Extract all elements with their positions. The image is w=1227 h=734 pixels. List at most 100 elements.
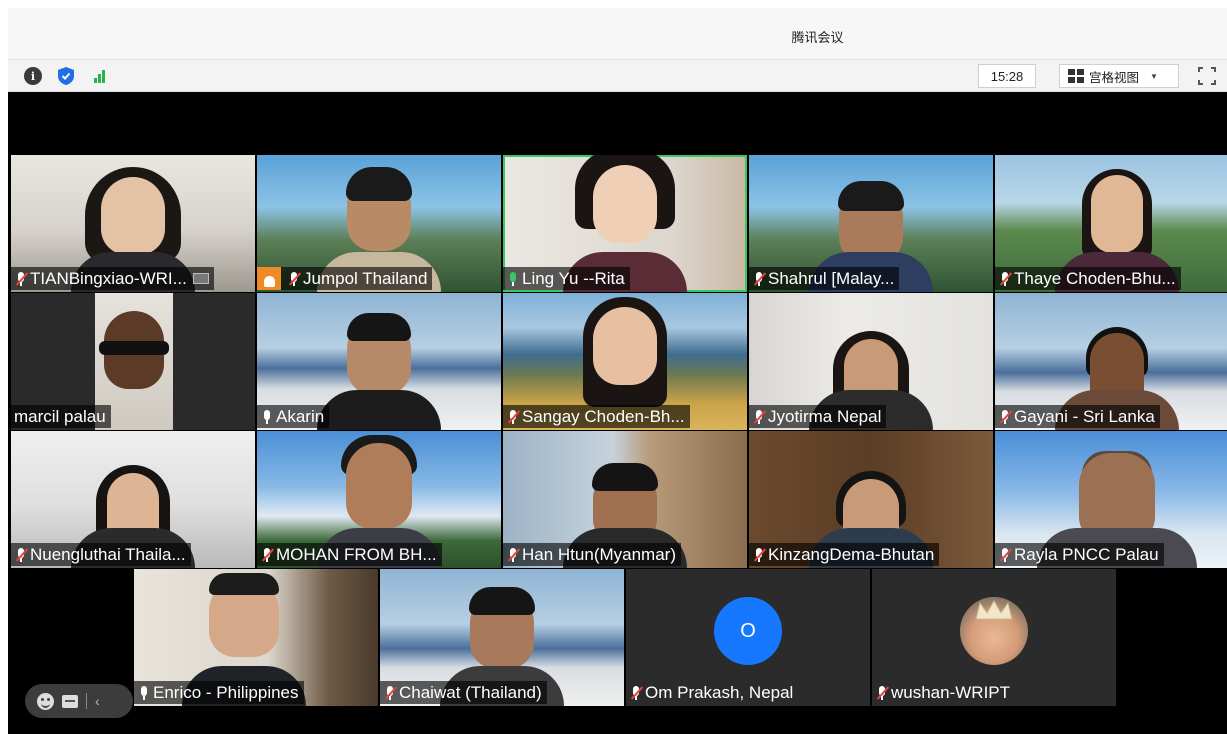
- microphone-muted-icon: [629, 685, 644, 701]
- microphone-muted-icon: [752, 409, 767, 425]
- info-icon[interactable]: i: [24, 67, 42, 85]
- video-tile[interactable]: Rayla PNCC Palau: [995, 431, 1227, 568]
- participant-name: Om Prakash, Nepal: [645, 683, 794, 702]
- microphone-muted-icon: [998, 409, 1013, 425]
- video-tile[interactable]: KinzangDema-Bhutan: [749, 431, 993, 568]
- meeting-window: 腾讯会议 i 15:28 宫格视图 ▼ TIANBingxiao-WRI... …: [8, 8, 1227, 734]
- meeting-toolbar: i 15:28 宫格视图 ▼: [8, 60, 1227, 92]
- separator: [86, 693, 87, 709]
- video-tile[interactable]: Jyotirma Nepal: [749, 293, 993, 430]
- participant-nameplate: Han Htun(Myanmar): [503, 543, 681, 566]
- emoji-icon[interactable]: [37, 692, 54, 710]
- video-tile[interactable]: TIANBingxiao-WRI...: [11, 155, 255, 292]
- participant-name: Han Htun(Myanmar): [522, 545, 676, 564]
- participant-nameplate: Gayani - Sri Lanka: [995, 405, 1160, 428]
- video-tile[interactable]: Chaiwat (Thailand): [380, 569, 624, 706]
- microphone-icon: [137, 685, 151, 701]
- microphone-muted-icon: [875, 685, 890, 701]
- participant-nameplate: marcil palau: [11, 405, 111, 428]
- microphone-speaking-icon: [506, 271, 520, 287]
- participant-nameplate: KinzangDema-Bhutan: [749, 543, 940, 566]
- video-tile[interactable]: Gayani - Sri Lanka: [995, 293, 1227, 430]
- avatar: [960, 597, 1028, 665]
- video-grid: TIANBingxiao-WRI... Jumpol Thailand Ling…: [8, 92, 1227, 734]
- video-tile[interactable]: Thaye Choden-Bhu...: [995, 155, 1227, 292]
- video-tile[interactable]: Han Htun(Myanmar): [503, 431, 747, 568]
- participant-nameplate: wushan-WRIPT: [872, 681, 1015, 704]
- video-tile[interactable]: wushan-WRIPT: [872, 569, 1116, 706]
- participant-nameplate: Enrico - Philippines: [134, 681, 304, 704]
- microphone-muted-icon: [287, 271, 302, 287]
- participant-nameplate: Nuengluthai Thaila...: [11, 543, 191, 566]
- video-tile[interactable]: Nuengluthai Thaila...: [11, 431, 255, 568]
- signal-bars-icon[interactable]: [91, 67, 109, 85]
- video-tile[interactable]: O Om Prakash, Nepal: [626, 569, 870, 706]
- video-tile[interactable]: marcil palau: [11, 293, 255, 430]
- view-mode-button[interactable]: 宫格视图 ▼: [1059, 64, 1179, 88]
- sunglasses: [99, 341, 169, 355]
- participant-nameplate: Jyotirma Nepal: [749, 405, 887, 428]
- participant-nameplate: Jumpol Thailand: [257, 267, 433, 290]
- chevron-left-icon[interactable]: ‹: [95, 693, 100, 709]
- microphone-muted-icon: [506, 547, 521, 563]
- participant-name: Thaye Choden-Bhu...: [1014, 269, 1176, 288]
- avatar-letter: O: [740, 619, 756, 642]
- participant-name: MOHAN FROM BH...: [276, 545, 437, 564]
- participant-name: Rayla PNCC Palau: [1014, 545, 1159, 564]
- microphone-muted-icon: [506, 409, 521, 425]
- title-bar: 腾讯会议: [8, 8, 1227, 60]
- grid-view-icon: [1068, 69, 1084, 83]
- floating-control-bar: ‹: [25, 684, 133, 718]
- participant-name: Akarin: [276, 407, 325, 426]
- microphone-muted-icon: [752, 547, 767, 563]
- participant-nameplate: Om Prakash, Nepal: [626, 681, 798, 704]
- participant-nameplate: MOHAN FROM BH...: [257, 543, 442, 566]
- participant-name: Jumpol Thailand: [303, 269, 428, 288]
- participant-name: Ling Yu --Rita: [522, 269, 625, 288]
- microphone-muted-icon: [998, 547, 1013, 563]
- video-tile[interactable]: Enrico - Philippines: [134, 569, 378, 706]
- participant-name: KinzangDema-Bhutan: [768, 545, 935, 564]
- microphone-icon: [260, 409, 274, 425]
- person-badge-icon: [257, 267, 281, 290]
- meeting-clock: 15:28: [978, 64, 1036, 88]
- crown-icon: [975, 600, 1013, 620]
- participant-name: Enrico - Philippines: [153, 683, 299, 702]
- participant-name: Jyotirma Nepal: [768, 407, 882, 426]
- screen-share-icon: [192, 273, 209, 284]
- participant-nameplate: Akarin: [257, 405, 330, 428]
- participant-nameplate: TIANBingxiao-WRI...: [11, 267, 214, 290]
- chat-icon[interactable]: [62, 694, 78, 708]
- participant-name: Gayani - Sri Lanka: [1014, 407, 1155, 426]
- participant-name: Chaiwat (Thailand): [399, 683, 542, 702]
- video-tile[interactable]: Jumpol Thailand: [257, 155, 501, 292]
- view-mode-label: 宫格视图: [1089, 70, 1140, 85]
- participant-nameplate: Shahrul [Malay...: [749, 267, 900, 290]
- microphone-muted-icon: [998, 271, 1013, 287]
- video-tile[interactable]: Shahrul [Malay...: [749, 155, 993, 292]
- microphone-muted-icon: [383, 685, 398, 701]
- microphone-muted-icon: [14, 547, 29, 563]
- participant-name: Shahrul [Malay...: [768, 269, 895, 288]
- video-tile[interactable]: Sangay Choden-Bh...: [503, 293, 747, 430]
- participant-name: Nuengluthai Thaila...: [30, 545, 186, 564]
- video-tile[interactable]: MOHAN FROM BH...: [257, 431, 501, 568]
- chevron-down-icon: ▼: [1150, 71, 1158, 81]
- participant-name: marcil palau: [14, 407, 106, 426]
- microphone-muted-icon: [260, 547, 275, 563]
- participant-nameplate: Chaiwat (Thailand): [380, 681, 547, 704]
- window-title: 腾讯会议: [791, 30, 844, 45]
- participant-nameplate: Rayla PNCC Palau: [995, 543, 1164, 566]
- participant-name: TIANBingxiao-WRI...: [30, 269, 187, 288]
- participant-nameplate: Sangay Choden-Bh...: [503, 405, 690, 428]
- avatar: O: [714, 597, 782, 665]
- participant-nameplate: Ling Yu --Rita: [503, 267, 630, 290]
- fullscreen-icon[interactable]: [1198, 67, 1216, 85]
- video-tile[interactable]: Ling Yu --Rita: [503, 155, 747, 292]
- shield-icon[interactable]: [57, 67, 75, 85]
- participant-name: wushan-WRIPT: [891, 683, 1011, 702]
- video-tile[interactable]: Akarin: [257, 293, 501, 430]
- microphone-muted-icon: [14, 271, 29, 287]
- microphone-muted-icon: [752, 271, 767, 287]
- participant-nameplate: Thaye Choden-Bhu...: [995, 267, 1181, 290]
